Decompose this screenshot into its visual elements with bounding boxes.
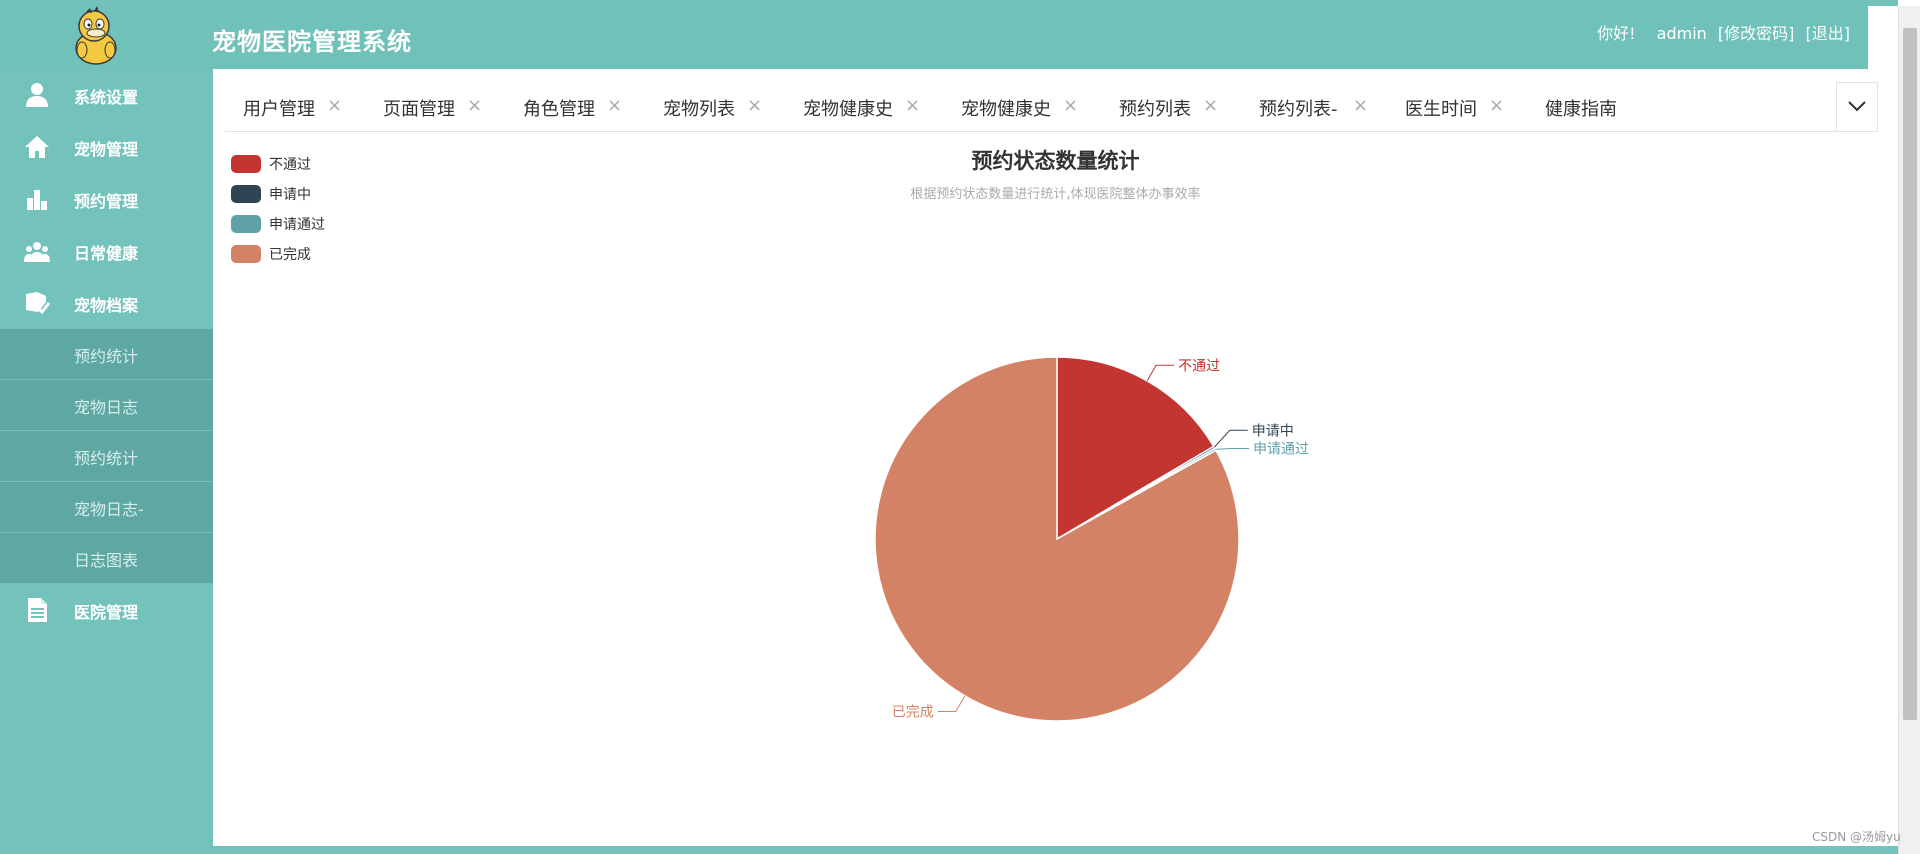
change-password-link[interactable]: [修改密码] xyxy=(1718,24,1795,43)
sidebar-item-pet-management[interactable]: 宠物管理 xyxy=(0,121,213,173)
main-content: 用户管理 × 页面管理 × 角色管理 × 宠物列表 × 宠物健康史 × 宠物健康… xyxy=(213,69,1898,846)
sidebar-item-label: 宠物管理 xyxy=(74,140,139,159)
submenu-item-label: 宠物日志- xyxy=(74,500,144,519)
folder-check-icon xyxy=(26,292,50,315)
submenu-item-appointment-stats-2[interactable]: 预约统计 xyxy=(0,431,213,482)
submenu-item-label: 预约统计 xyxy=(74,449,139,468)
sidebar-item-pet-records[interactable]: 宠物档案 xyxy=(0,277,213,329)
username: admin xyxy=(1656,24,1707,43)
submenu-item-pet-log-2[interactable]: 宠物日志- xyxy=(0,482,213,533)
sidebar-item-system-settings[interactable]: 系统设置 xyxy=(0,69,213,121)
app-title: 宠物医院管理系统 xyxy=(212,28,412,56)
scrollbar-thumb[interactable] xyxy=(1903,28,1917,720)
pie-slice-label: 已完成 xyxy=(892,704,934,720)
user-area: 你好! admin [修改密码] [退出] xyxy=(1597,20,1850,44)
document-icon xyxy=(28,598,47,622)
logo-duck-icon xyxy=(75,6,117,65)
header: 宠物医院管理系统 你好! admin [修改密码] [退出] xyxy=(0,6,1868,69)
sidebar-item-label: 日常健康 xyxy=(74,244,139,263)
logout-link[interactable]: [退出] xyxy=(1806,24,1851,43)
submenu-item-log-chart[interactable]: 日志图表 xyxy=(0,533,213,584)
submenu-item-label: 宠物日志 xyxy=(74,398,139,417)
pie-slice-label: 申请中 xyxy=(1252,423,1294,439)
sidebar-item-appointment-management[interactable]: 预约管理 xyxy=(0,173,213,225)
greeting-text: 你好! xyxy=(1597,24,1636,43)
pie-label-line xyxy=(937,695,966,712)
app-bottom-border xyxy=(0,846,1898,854)
pie-label-line xyxy=(1146,364,1175,382)
submenu-item-label: 日志图表 xyxy=(74,551,139,570)
sidebar-item-label: 系统设置 xyxy=(74,88,139,107)
sidebar-item-label: 宠物档案 xyxy=(74,296,139,315)
submenu-item-appointment-stats[interactable]: 预约统计 xyxy=(0,329,213,380)
vertical-scrollbar[interactable] xyxy=(1898,6,1920,854)
watermark: CSDN @汤姆yu xyxy=(1812,830,1901,844)
pie-label-line xyxy=(1215,447,1250,450)
submenu-item-pet-log[interactable]: 宠物日志 xyxy=(0,380,213,431)
sidebar-item-hospital-management[interactable]: 医院管理 xyxy=(0,584,213,636)
user-settings-icon xyxy=(26,83,48,107)
pie-slice-label: 申请通过 xyxy=(1253,441,1309,457)
bar-chart-icon xyxy=(27,190,47,210)
pie-chart: 不通过申请中申请通过已完成 xyxy=(874,356,1309,722)
sidebar: 系统设置 宠物管理 预约管理 日常健康 宠物档案 预约统计 宠物日志 预约统计 … xyxy=(0,69,213,846)
pie-slice-label: 不通过 xyxy=(1178,358,1220,374)
app-window: 宠物医院管理系统 你好! admin [修改密码] [退出] 系统设置 宠物管理… xyxy=(0,0,1920,854)
sidebar-item-label: 预约管理 xyxy=(74,192,139,211)
pie-label-line xyxy=(1213,429,1248,448)
sidebar-item-label: 医院管理 xyxy=(74,603,139,622)
sidebar-item-daily-health[interactable]: 日常健康 xyxy=(0,225,213,277)
group-icon xyxy=(24,242,50,262)
home-icon xyxy=(25,136,49,158)
submenu-item-label: 预约统计 xyxy=(74,347,139,366)
